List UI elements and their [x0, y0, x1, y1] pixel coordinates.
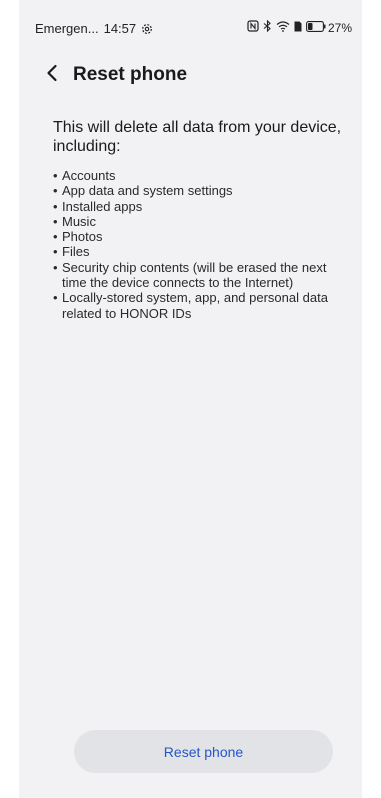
battery: 27%	[306, 21, 352, 35]
battery-icon	[306, 20, 326, 35]
status-right: 27%	[247, 19, 352, 35]
page-title: Reset phone	[73, 64, 188, 85]
nfc-icon	[247, 20, 259, 35]
data-list: Accounts App data and system settings In…	[53, 168, 353, 321]
status-bar: Emergen... 14:57 27%	[19, 0, 362, 56]
intro-text: This will delete all data from your devi…	[53, 119, 342, 155]
list-item-security-chip: Security chip contents (will be erased t…	[53, 260, 353, 291]
screen: Emergen... 14:57 27% Reset phone This wi…	[19, 0, 362, 798]
bluetooth-icon	[263, 19, 272, 35]
sim-icon	[294, 21, 302, 35]
back-button[interactable]	[39, 62, 65, 88]
content: This will delete all data from your devi…	[53, 118, 353, 321]
list-item-music: Music	[53, 214, 353, 230]
list-item-app-data: App data and system settings	[53, 183, 353, 199]
list-item-photos: Photos	[53, 229, 353, 245]
reset-phone-button[interactable]: Reset phone	[74, 730, 333, 773]
wifi-icon	[276, 20, 290, 35]
list-item-installed-apps: Installed apps	[53, 199, 353, 215]
battery-percent: 27%	[327, 20, 352, 35]
gear-icon	[141, 23, 153, 35]
list-item-accounts: Accounts	[53, 168, 353, 184]
status-left: Emergen... 14:57	[35, 21, 153, 36]
carrier-text: Emergen...	[35, 21, 99, 36]
list-item-files: Files	[53, 244, 353, 260]
back-arrow-icon	[45, 64, 59, 87]
header: Reset phone	[19, 56, 362, 96]
time-text: 14:57	[103, 21, 137, 36]
list-item-honor-ids: Locally-stored system, app, and personal…	[53, 290, 353, 321]
